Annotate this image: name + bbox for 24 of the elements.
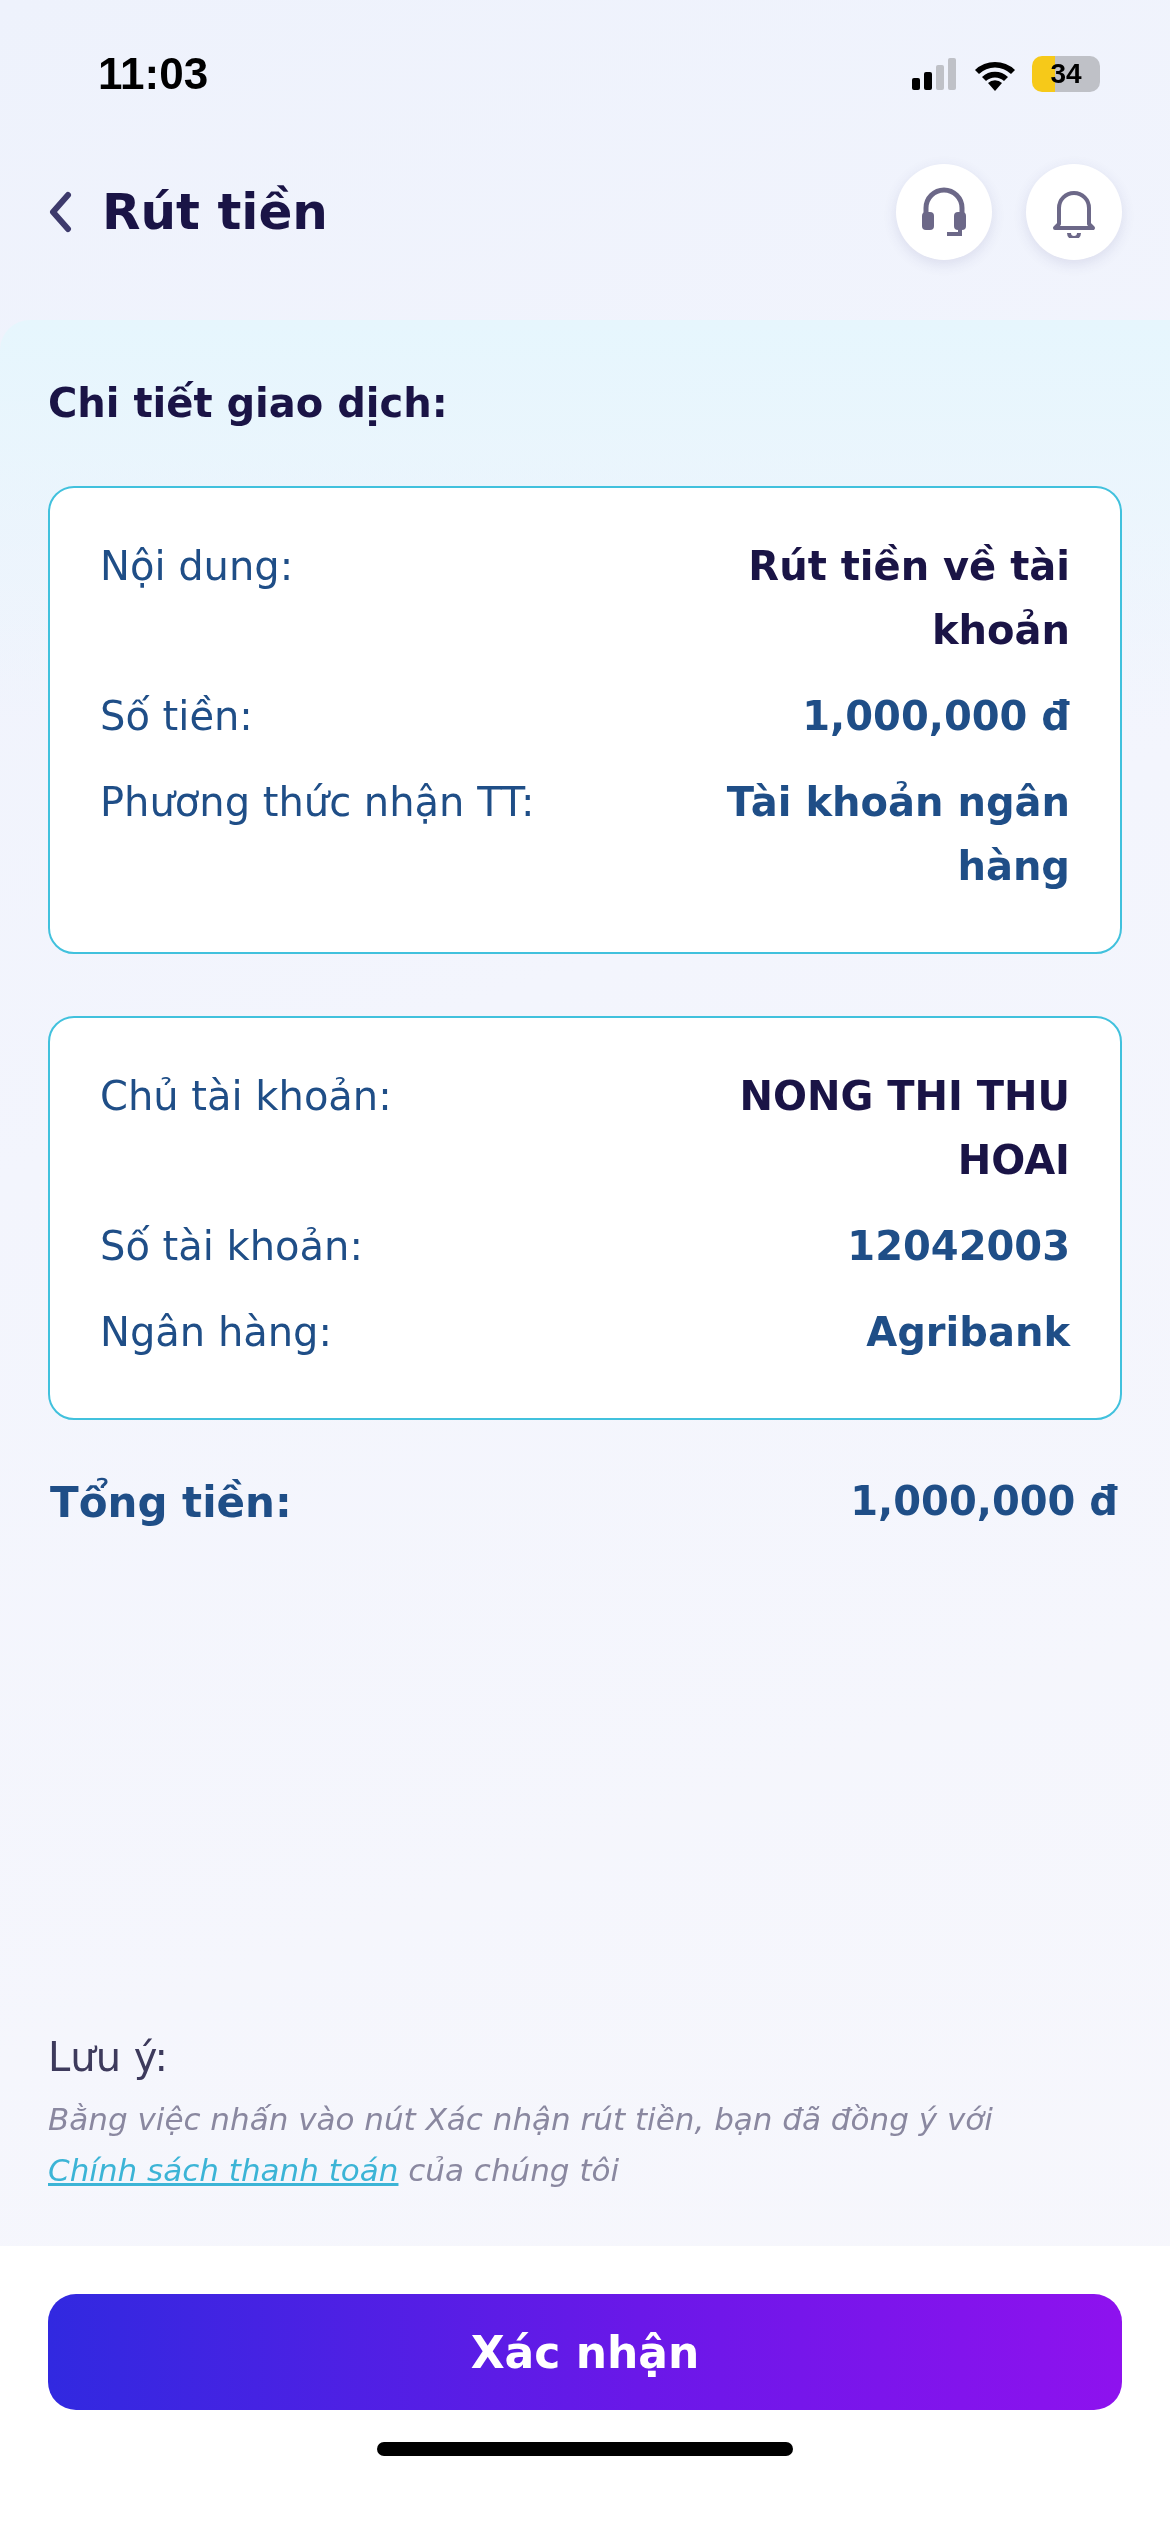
section-title: Chi tiết giao dịch: — [48, 380, 449, 426]
detail-label: Nội dung: — [100, 542, 294, 591]
detail-value: 12042003 — [847, 1222, 1070, 1271]
detail-label: Ngân hàng: — [100, 1308, 332, 1357]
page-title: Rút tiền — [102, 183, 328, 241]
signal-icon — [912, 58, 958, 90]
detail-label: Số tiền: — [100, 692, 253, 741]
detail-value: Tài khoản ngân hàng — [725, 778, 1070, 891]
detail-label: Số tài khoản: — [100, 1222, 363, 1271]
confirm-button[interactable]: Xác nhận — [48, 2294, 1122, 2410]
detail-value: Agribank — [866, 1308, 1070, 1357]
status-time: 11:03 — [98, 49, 209, 99]
detail-label: Chủ tài khoản: — [100, 1072, 392, 1121]
back-icon — [48, 191, 72, 233]
back-button[interactable] — [48, 191, 72, 233]
detail-value: NONG THI THU HOAI — [738, 1072, 1070, 1185]
total-value: 1,000,000 đ — [850, 1478, 1118, 1526]
headset-icon — [919, 186, 969, 238]
detail-value: 1,000,000 đ — [802, 692, 1070, 741]
note-title: Lưu ý: — [48, 2033, 169, 2080]
total-label: Tổng tiền: — [50, 1478, 292, 1527]
detail-value: Rút tiền về tài khoản — [747, 542, 1070, 655]
note-text: Bằng việc nhấn vào nút Xác nhận rút tiền, bạn đã đồng ý với Chính sách thanh toán của chúng tôi — [48, 2099, 994, 2190]
detail-label: Phương thức nhận TT: — [100, 778, 535, 827]
